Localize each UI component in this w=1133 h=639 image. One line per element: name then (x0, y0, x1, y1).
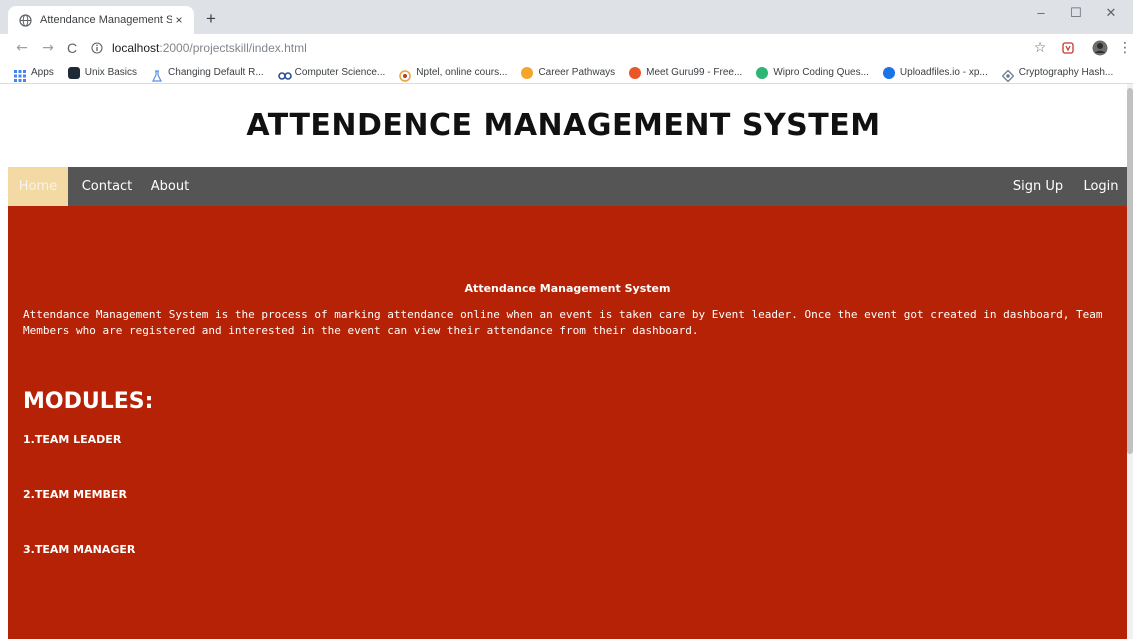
flask-icon (151, 67, 163, 82)
bookmark-label: Career Pathways (538, 67, 616, 78)
browser-menu-icon[interactable]: ⋮ (1115, 38, 1133, 58)
back-button[interactable]: ← (12, 38, 32, 58)
close-window-button[interactable]: ✕ (1097, 3, 1125, 23)
scrollbar-thumb[interactable] (1127, 88, 1133, 454)
reload-button[interactable]: C (62, 38, 82, 58)
cloud-icon (882, 66, 895, 79)
bookmark-changing-default[interactable]: Changing Default R... (151, 67, 264, 82)
bookmark-label: Changing Default R... (168, 67, 264, 78)
page-title: ATTENDENCE MANAGEMENT SYSTEM (246, 108, 881, 143)
bookmark-wipro[interactable]: Wipro Coding Ques... (756, 66, 869, 79)
bookmark-label: Apps (31, 67, 54, 78)
module-item-team-manager: 3.TEAM MANAGER (23, 543, 136, 556)
address-bar[interactable]: localhost:2000/projectskill/index.html (90, 37, 1040, 59)
bookmark-apps[interactable]: Apps (14, 67, 54, 82)
career-icon (521, 66, 534, 79)
browser-tabstrip: Attendance Management System × + – ☐ ✕ (0, 0, 1133, 34)
browser-toolbar: ← → C localhost:2000/projectskill/index.… (0, 34, 1133, 62)
hero-heading: Attendance Management System (464, 282, 671, 295)
bookmark-label: Unix Basics (84, 67, 138, 78)
extension-shield-icon[interactable] (1058, 38, 1078, 58)
terminal-icon (67, 66, 80, 79)
browser-tab[interactable]: Attendance Management System × (8, 6, 194, 34)
url-host: localhost (112, 41, 160, 55)
crypto-icon (1001, 67, 1015, 82)
nav-signup-link[interactable]: Sign Up (1008, 167, 1068, 206)
bookmark-label: Uploadfiles.io - xp... (899, 67, 988, 78)
hero-section: Attendance Management System Attendance … (8, 206, 1127, 639)
page-scrollbar[interactable] (1127, 84, 1133, 639)
hero-description: Attendance Management System is the proc… (23, 308, 1103, 337)
modules-title: MODULES: (23, 389, 154, 414)
close-tab-icon[interactable]: × (172, 13, 186, 27)
profile-avatar-icon[interactable] (1090, 38, 1110, 58)
forward-button[interactable]: → (38, 38, 58, 58)
bookmark-label: Computer Science... (294, 67, 386, 78)
bookmark-computer-science[interactable]: Computer Science... (277, 67, 386, 80)
new-tab-button[interactable]: + (201, 10, 221, 30)
url-text: localhost:2000/projectskill/index.html (112, 41, 307, 55)
page-viewport: ATTENDENCE MANAGEMENT SYSTEM Home Contac… (0, 84, 1133, 639)
bookmark-nptel[interactable]: Nptel, online cours... (399, 67, 508, 82)
bookmark-career-pathways[interactable]: Career Pathways (521, 66, 616, 79)
nav-contact-link[interactable]: Contact (80, 167, 134, 206)
bookmark-guru99[interactable]: Meet Guru99 - Free... (629, 66, 743, 79)
bookmark-cryptography[interactable]: Cryptography Hash... (1001, 67, 1114, 82)
bookmark-star-icon[interactable]: ☆ (1030, 38, 1050, 58)
infinity-icon (277, 67, 292, 80)
nptel-icon (399, 67, 412, 82)
bookmark-label: Wipro Coding Ques... (773, 67, 869, 78)
bookmark-label: Meet Guru99 - Free... (646, 67, 743, 78)
bookmark-label: Cryptography Hash... (1018, 67, 1114, 78)
site-navbar: Home Contact About Sign Up Login (8, 167, 1127, 206)
bookmarks-bar: Apps Unix Basics Changing Default R... C… (0, 62, 1133, 84)
info-icon[interactable] (90, 41, 104, 55)
minimize-button[interactable]: – (1027, 3, 1055, 23)
bookmark-label: Nptel, online cours... (416, 67, 508, 78)
tab-title: Attendance Management System (40, 14, 172, 26)
bookmark-unix-basics[interactable]: Unix Basics (67, 66, 138, 79)
apps-grid-icon (14, 67, 26, 82)
wipro-icon (756, 66, 769, 79)
maximize-button[interactable]: ☐ (1062, 3, 1090, 23)
guru99-icon (629, 66, 642, 79)
globe-icon (18, 13, 32, 27)
nav-about-link[interactable]: About (148, 167, 192, 206)
url-path: :2000/projectskill/index.html (159, 41, 307, 55)
nav-home-link[interactable]: Home (8, 167, 68, 206)
module-item-team-member: 2.TEAM MEMBER (23, 488, 127, 501)
nav-login-link[interactable]: Login (1082, 167, 1120, 206)
bookmark-uploadfiles[interactable]: Uploadfiles.io - xp... (882, 66, 988, 79)
module-item-team-leader: 1.TEAM LEADER (23, 433, 122, 446)
